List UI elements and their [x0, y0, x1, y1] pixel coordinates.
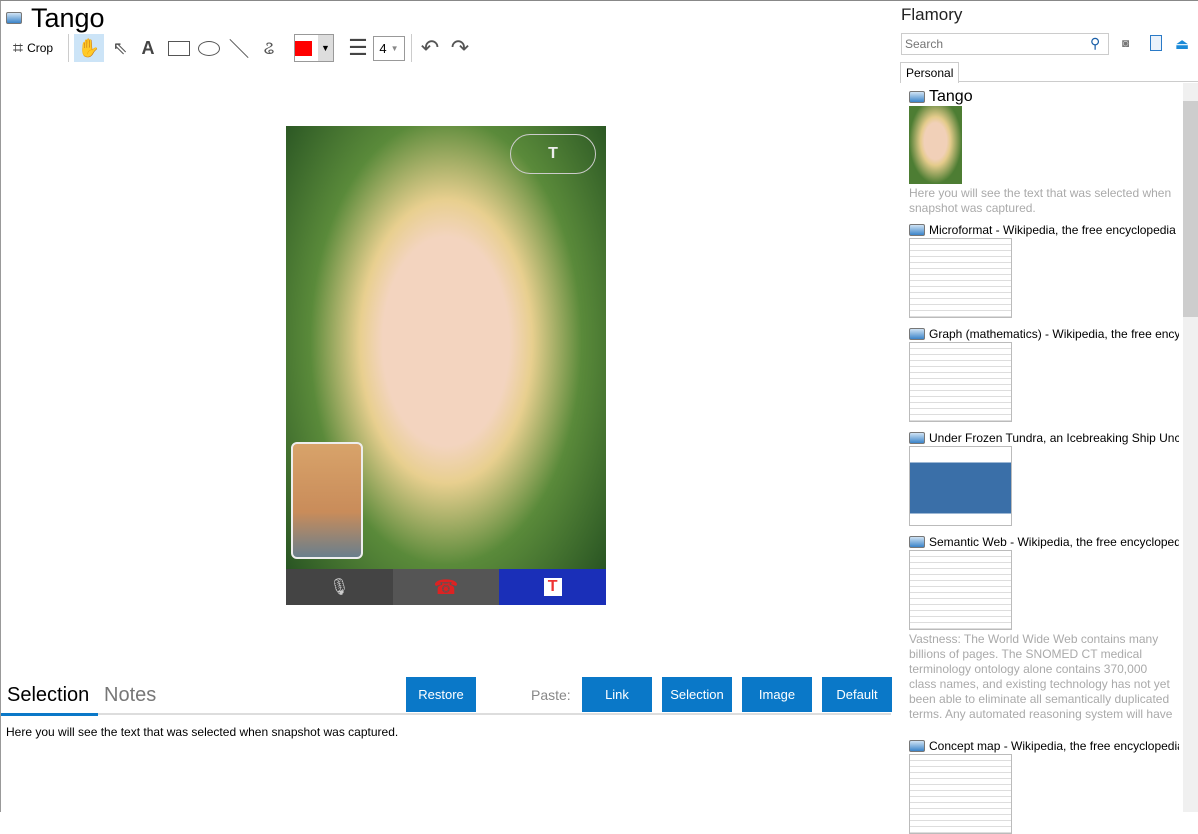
call-controls: 🎙 ☎ T: [286, 569, 606, 605]
color-picker[interactable]: ▼: [294, 34, 334, 62]
redo-icon[interactable]: ↷: [448, 34, 472, 62]
snapshot-item[interactable]: Microformat - Wikipedia, the free encycl…: [909, 223, 1179, 318]
page-icon: [909, 91, 925, 103]
snapshot-thumbnail: [909, 106, 962, 184]
sidebar-app-name: Flamory: [901, 5, 963, 24]
document-icon[interactable]: [1150, 35, 1162, 51]
snapshot-text: Here you will see the text that was sele…: [909, 186, 1172, 215]
color-swatch: [295, 40, 312, 56]
snapshot-thumbnail: [909, 550, 1012, 630]
text-tool-icon[interactable]: A: [136, 34, 160, 62]
page-icon: [909, 224, 925, 236]
snapshot-item[interactable]: Graph (mathematics) - Wikipedia, the fre…: [909, 327, 1179, 422]
line-width-icon: ☰: [348, 35, 368, 60]
snapshot-thumbnail: [909, 238, 1012, 318]
snapshot-title: Tango: [929, 88, 973, 105]
snapshot-thumbnail: [909, 754, 1012, 834]
flamory-sidebar: Flamory ⚲ ◙ ⏏ Personal Tango Here you wi…: [896, 1, 1198, 834]
page-icon: [909, 536, 925, 548]
pip-video: [291, 442, 363, 559]
snapshot-item[interactable]: Semantic Web - Wikipedia, the free encyc…: [909, 535, 1179, 722]
divider: [68, 34, 69, 62]
collapse-icon[interactable]: ⏏: [1175, 35, 1189, 53]
tab-selection[interactable]: Selection: [7, 684, 89, 707]
snapshot-thumbnail: [909, 446, 1012, 526]
paste-selection-button[interactable]: Selection: [662, 677, 732, 712]
camera-icon[interactable]: ◙: [1122, 36, 1129, 50]
hand-tool-icon[interactable]: ✋: [74, 34, 104, 62]
app-icon: [6, 12, 22, 24]
search-icon[interactable]: ⚲: [1090, 35, 1100, 52]
snapshot-title: Graph (mathematics) - Wikipedia, the fre…: [929, 327, 1179, 341]
page-icon: [909, 328, 925, 340]
page-icon: [909, 740, 925, 752]
restore-button[interactable]: Restore: [406, 677, 476, 712]
snapshot-title: Under Frozen Tundra, an Icebreaking Ship…: [929, 431, 1179, 445]
ellipse-tool-icon[interactable]: [196, 34, 222, 62]
chevron-down-icon: ▼: [317, 35, 333, 61]
snapshot-item[interactable]: Concept map - Wikipedia, the free encycl…: [909, 739, 1179, 834]
snapshot-text: Vastness: The World Wide Web contains ma…: [909, 632, 1173, 721]
freehand-tool-icon[interactable]: ଌ: [257, 34, 281, 62]
scrollbar[interactable]: [1183, 83, 1198, 812]
snapshot-title: Concept map - Wikipedia, the free encycl…: [929, 739, 1179, 753]
search-input[interactable]: [901, 33, 1109, 55]
microphone-icon: 🎙: [286, 569, 393, 605]
crop-label: Crop: [27, 41, 54, 55]
rectangle-tool-icon[interactable]: [166, 34, 192, 62]
snapshot-thumbnail: [909, 342, 1012, 422]
snapshot-image: T 🎙 ☎ T: [286, 126, 606, 605]
paste-image-button[interactable]: Image: [742, 677, 812, 712]
paste-link-button[interactable]: Link: [582, 677, 652, 712]
crop-icon: ⌗: [12, 37, 24, 58]
line-width-value: 4: [379, 41, 387, 56]
switch-camera-icon: T: [510, 134, 596, 174]
scrollbar-thumb[interactable]: [1183, 101, 1198, 317]
snapshot-item[interactable]: Tango Here you will see the text that wa…: [909, 88, 1177, 216]
line-tool-icon[interactable]: [226, 34, 252, 62]
crop-button[interactable]: ⌗ Crop: [7, 34, 59, 62]
page-icon: [909, 432, 925, 444]
snapshot-title: Microformat - Wikipedia, the free encycl…: [929, 223, 1176, 237]
page-title: Tango: [31, 3, 105, 33]
paste-label: Paste:: [531, 687, 571, 703]
active-tab-indicator: [1, 713, 98, 716]
hangup-icon: ☎: [392, 569, 500, 605]
tab-personal[interactable]: Personal: [900, 62, 960, 83]
pointer-tool-icon[interactable]: ⇖: [107, 34, 133, 62]
divider: [411, 34, 412, 62]
editor-pane: Tango ⌗ Crop ✋ ⇖ A ଌ ▼ ☰ 4 ▼ ↶ ↷ T 🎙 ☎ T S…: [0, 1, 896, 812]
tab-divider: [958, 81, 1198, 82]
snapshot-title: Semantic Web - Wikipedia, the free encyc…: [929, 535, 1179, 549]
undo-icon[interactable]: ↶: [418, 34, 442, 62]
tab-notes[interactable]: Notes: [104, 684, 156, 707]
line-width-select[interactable]: 4 ▼: [373, 36, 405, 61]
snapshot-item[interactable]: Under Frozen Tundra, an Icebreaking Ship…: [909, 431, 1179, 526]
selection-text[interactable]: Here you will see the text that was sele…: [6, 725, 398, 739]
video-icon: T: [499, 569, 606, 605]
paste-default-button[interactable]: Default: [822, 677, 892, 712]
tab-divider: [1, 713, 891, 715]
